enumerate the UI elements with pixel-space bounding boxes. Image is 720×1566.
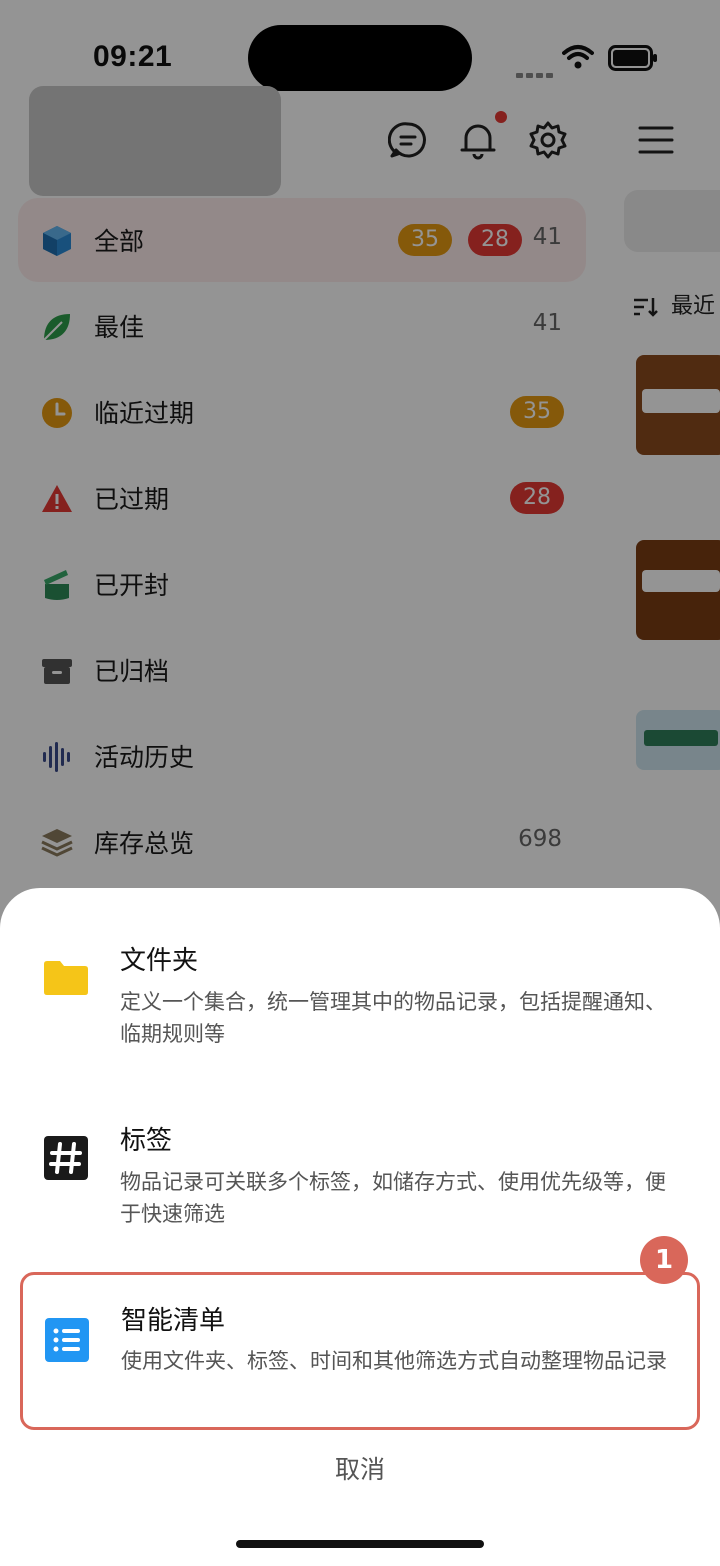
- hashtag-icon: [44, 1136, 88, 1180]
- option-description: 物品记录可关联多个标签，如储存方式、使用优先级等，便于快速筛选: [120, 1170, 666, 1226]
- option-smart-list[interactable]: 智能清单 使用文件夹、标签、时间和其他筛选方式自动整理物品记录: [20, 1272, 700, 1430]
- folder-icon: [44, 961, 88, 995]
- option-description: 使用文件夹、标签、时间和其他筛选方式自动整理物品记录: [121, 1349, 667, 1373]
- home-indicator: [236, 1540, 484, 1548]
- option-tag[interactable]: 标签 物品记录可关联多个标签，如储存方式、使用优先级等，便于快速筛选: [20, 1072, 700, 1230]
- option-title: 标签: [120, 1126, 173, 1156]
- list-icon: [45, 1318, 89, 1362]
- option-folder[interactable]: 文件夹 定义一个集合，统一管理其中的物品记录，包括提醒通知、临期规则等: [20, 892, 700, 1050]
- option-description: 定义一个集合，统一管理其中的物品记录，包括提醒通知、临期规则等: [120, 990, 666, 1046]
- step-marker: 1: [640, 1236, 688, 1284]
- option-title: 智能清单: [121, 1306, 226, 1336]
- option-title: 文件夹: [120, 946, 199, 976]
- cancel-button[interactable]: 取消: [0, 1450, 720, 1486]
